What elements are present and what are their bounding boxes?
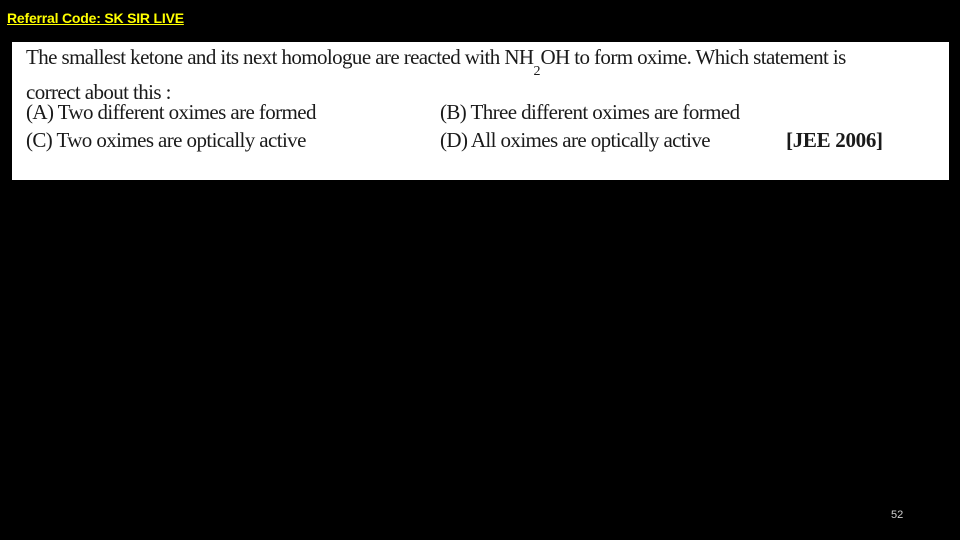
slide-page-number: 52 <box>891 509 904 521</box>
question-stem-line-1: The smallest ketone and its next homolog… <box>26 44 931 79</box>
referral-code: Referral Code: SK SIR LIVE <box>7 10 184 26</box>
option-a[interactable]: (A) Two different oximes are formed <box>26 99 317 125</box>
stem-text-pre: The smallest ketone and its next homolog… <box>26 45 534 69</box>
option-c[interactable]: (C) Two oximes are optically active <box>26 127 306 153</box>
stem-text-post: OH to form oxime. Which statement is <box>540 45 846 69</box>
answer-options: (A) Two different oximes are formed (B) … <box>26 99 926 159</box>
option-d[interactable]: (D) All oximes are optically active <box>440 127 711 153</box>
option-b[interactable]: (B) Three different oximes are formed <box>440 99 740 125</box>
exam-tag: [JEE 2006] <box>786 128 883 152</box>
question-stem: The smallest ketone and its next homolog… <box>26 44 931 105</box>
question-card: The smallest ketone and its next homolog… <box>12 42 949 180</box>
stem-subscript: 2 <box>533 64 541 80</box>
